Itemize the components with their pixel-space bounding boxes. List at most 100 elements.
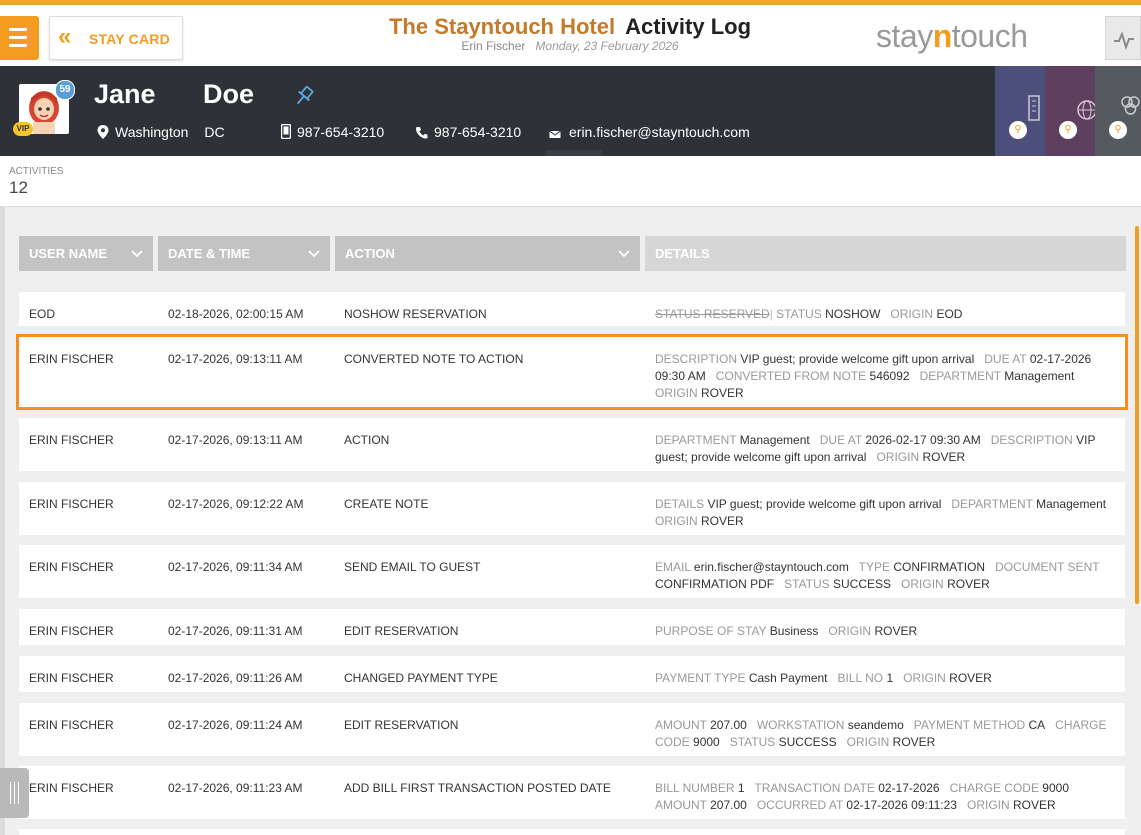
table-row[interactable]: ERIN FISCHER 02-17-2026, 09:11:34 AM SEN… <box>19 545 1125 598</box>
tile-globe[interactable]: ⚲ <box>1045 66 1097 156</box>
detail-key: PAYMENT METHOD <box>913 718 1029 732</box>
detail-value: 02-17-2026 09:11:23 <box>846 798 957 812</box>
table-row[interactable]: ERIN FISCHER 02-17-2026, 09:11:26 AM CHA… <box>19 656 1125 692</box>
detail-key: ORIGIN <box>828 624 875 638</box>
detail-key: BILL NO <box>837 671 887 685</box>
detail-value: NOSHOW <box>825 307 881 321</box>
detail-separator <box>706 369 716 383</box>
detail-pair: DEPARTMENT Management <box>951 497 1106 511</box>
row-user-name: ERIN FISCHER <box>29 718 114 732</box>
detail-key: CHARGE CODE <box>949 781 1043 795</box>
row-action: CHANGED PAYMENT TYPE <box>344 671 498 685</box>
detail-separator <box>957 798 967 812</box>
detail-pair: AMOUNT 207.00 <box>655 798 747 812</box>
detail-pair: DETAILS VIP guest; provide welcome gift … <box>655 497 941 511</box>
chevron-down-icon <box>618 250 630 258</box>
detail-key: BILL NUMBER <box>655 781 738 795</box>
detail-value: 2026-02-17 09:30 AM <box>865 433 981 447</box>
brand-logo-text: stay <box>876 18 933 54</box>
detail-value: SUCCESS <box>833 577 892 591</box>
detail-separator <box>880 307 890 321</box>
detail-key: EMAIL <box>655 560 694 574</box>
column-header-action[interactable]: ACTION <box>335 236 640 271</box>
scrollbar[interactable] <box>1135 226 1139 604</box>
detail-separator <box>904 718 914 732</box>
detail-key: PAYMENT TYPE <box>655 671 749 685</box>
detail-pair: CHARGE CODE 9000 <box>950 781 1069 795</box>
hotel-name: The Stayntouch Hotel <box>388 14 616 39</box>
chevron-down-icon <box>131 250 143 258</box>
pulse-icon <box>1114 31 1134 51</box>
activity-toggle-button[interactable] <box>1105 16 1141 60</box>
table-row[interactable]: ERIN FISCHER 02-17-2026, 09:12:22 AM CRE… <box>19 482 1125 535</box>
detail-value: Business <box>769 624 819 638</box>
detail-key: TRANSACTION DATE <box>754 781 879 795</box>
detail-key: DETAILS <box>655 497 708 511</box>
detail-separator <box>891 577 901 591</box>
row-details: AMOUNT 207.00 WORKSTATION seandemo PAYME… <box>655 717 1115 751</box>
drawer-handle-line <box>10 782 11 804</box>
table-row-selected[interactable]: ERIN FISCHER 02-17-2026, 09:13:11 AM CON… <box>16 334 1128 410</box>
chevron-down-icon <box>308 250 320 258</box>
detail-key: AMOUNT <box>655 798 711 812</box>
detail-key: ORIGIN <box>655 514 702 528</box>
guest-location: Washington DC <box>97 124 225 140</box>
detail-value: erin.fischer@stayntouch.com <box>693 560 849 574</box>
table-row[interactable]: ERIN FISCHER 02-17-2026, 09:13:11 AM ACT… <box>19 418 1125 471</box>
detail-key: AMOUNT <box>655 718 711 732</box>
pin-icon[interactable] <box>292 84 316 113</box>
menu-icon <box>9 28 27 31</box>
side-drawer-handle[interactable] <box>0 768 29 818</box>
detail-separator <box>720 735 730 749</box>
detail-value: ROVER <box>701 514 744 528</box>
page-name: Activity Log <box>625 14 752 39</box>
detail-separator <box>941 497 951 511</box>
magnify-icon: ⚲ <box>1109 121 1127 139</box>
detail-value: 546092 <box>869 369 910 383</box>
people-icon <box>1121 96 1140 115</box>
hamburger-menu-button[interactable] <box>0 16 39 60</box>
detail-value: CA <box>1028 718 1046 732</box>
row-action: EDIT RESERVATION <box>344 624 459 638</box>
tile-people[interactable]: ⚲ <box>1095 66 1141 156</box>
row-details: BILL NUMBER 1 TRANSACTION DATE 02-17-202… <box>655 780 1115 814</box>
detail-key: DEPARTMENT <box>919 369 1005 383</box>
location-pin-icon <box>97 125 109 139</box>
table-row[interactable]: EOD 02-18-2026, 02:00:15 AM NOSHOW RESER… <box>19 292 1125 326</box>
column-header-user-name[interactable]: USER NAME <box>19 236 153 271</box>
detail-pair: ORIGIN ROVER <box>903 671 992 685</box>
detail-value: Management <box>739 433 810 447</box>
guest-phone[interactable]: 987-654-3210 <box>415 124 521 140</box>
guest-last-name[interactable]: Doe <box>203 79 254 110</box>
detail-key: STATUS <box>776 307 826 321</box>
column-header-date-time-label: DATE & TIME <box>168 246 251 261</box>
detail-separator <box>974 352 984 366</box>
menu-icon-line <box>9 44 27 47</box>
guest-first-name[interactable]: Jane <box>94 79 156 110</box>
detail-pair: ORIGIN ROVER <box>967 798 1056 812</box>
row-details: DEPARTMENT Management DUE AT 2026-02-17 … <box>655 432 1115 466</box>
table-row[interactable]: ERIN FISCHER 02-17-2026, 09:11:24 AM EDI… <box>19 703 1125 756</box>
detail-separator <box>774 577 784 591</box>
detail-key: ORIGIN <box>901 577 948 591</box>
row-date-time: 02-17-2026, 09:11:23 AM <box>168 781 303 795</box>
stay-card-back-button[interactable]: « STAY CARD <box>49 16 183 60</box>
column-header-action-label: ACTION <box>345 246 395 261</box>
row-action: SEND EMAIL TO GUEST <box>344 560 481 574</box>
table-row[interactable]: ERIN FISCHER 02-17-2026, 09:11:31 AM EDI… <box>19 609 1125 645</box>
column-header-date-time[interactable]: DATE & TIME <box>158 236 330 271</box>
guest-city: Washington <box>115 124 189 140</box>
brand-logo-n: n <box>932 18 953 54</box>
row-date-time: 02-17-2026, 09:13:11 AM <box>168 352 303 366</box>
guest-mobile[interactable]: 987-654-3210 <box>280 123 384 140</box>
detail-separator <box>828 671 838 685</box>
guest-email[interactable]: erin.fischer@stayntouch.com <box>549 124 750 140</box>
row-details: PAYMENT TYPE Cash Payment BILL NO 1 ORIG… <box>655 670 1115 687</box>
detail-pair: PURPOSE OF STAY Business <box>655 624 818 638</box>
table-row[interactable]: ERIN FISCHER 02-17-2026, 09:11:23 AM ADD… <box>19 766 1125 819</box>
detail-key: DUE AT <box>984 352 1030 366</box>
tile-building[interactable]: ⚲ <box>995 66 1045 156</box>
table-row-partial <box>19 829 1125 835</box>
detail-value: 207.00 <box>710 718 747 732</box>
business-date: Monday, 23 February 2026 <box>535 39 679 53</box>
